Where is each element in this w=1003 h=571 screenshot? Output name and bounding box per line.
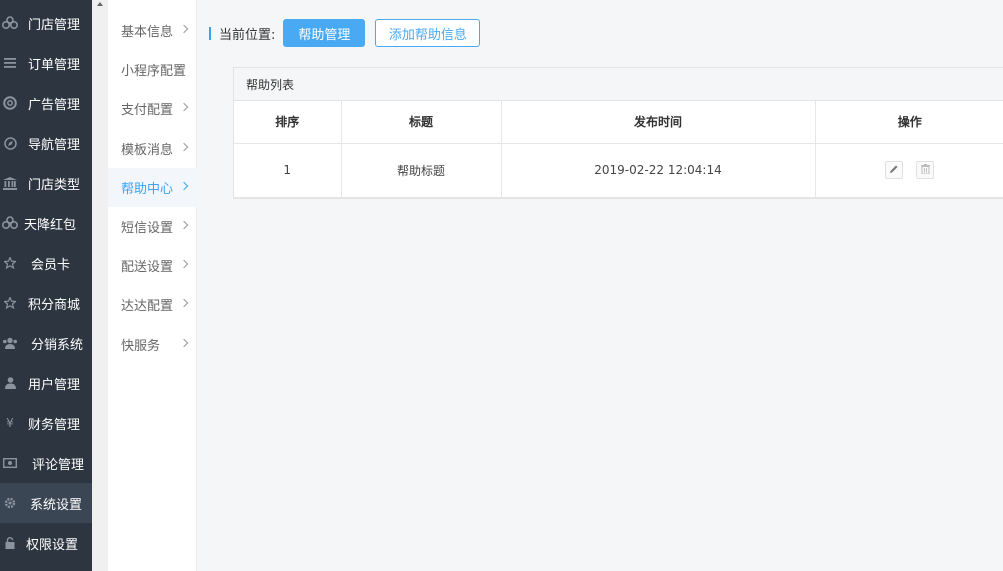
edit-button[interactable] xyxy=(885,161,904,179)
money-icon xyxy=(2,455,18,471)
sidebar-item-label: 门店管理 xyxy=(28,17,81,33)
lock-icon xyxy=(2,535,18,551)
breadcrumb-label: 当前位置: xyxy=(219,27,276,43)
cell-order: 1 xyxy=(234,143,342,198)
breadcrumb: 当前位置: 帮助管理 添加帮助信息 xyxy=(209,19,481,47)
main-sidebar: 门店管理 订单管理 广告管理 导航管理 门店类型 天降红包 会员卡 积分商城 分… xyxy=(0,0,92,571)
column-header-actions: 操作 xyxy=(815,101,1003,144)
main-content: 当前位置: 帮助管理 添加帮助信息 帮助列表 排序 标题 发布时间 操作 1 帮… xyxy=(197,0,1003,571)
submenu-item-label: 快服务 xyxy=(121,339,161,354)
sidebar-item-label: 用户管理 xyxy=(28,377,81,393)
bank-icon xyxy=(2,175,18,191)
column-header-publish-time: 发布时间 xyxy=(501,101,816,144)
chevron-right-icon xyxy=(179,220,189,230)
star-icon xyxy=(2,255,18,271)
lifebuoy-icon xyxy=(2,95,18,111)
sidebar-item-label: 权限设置 xyxy=(26,537,79,553)
trash-icon xyxy=(920,163,930,177)
scroll-up-icon[interactable] xyxy=(97,2,103,6)
submenu-item-basic-info[interactable]: 基本信息 xyxy=(108,11,197,50)
sidebar-item-ads[interactable]: 广告管理 xyxy=(0,83,92,123)
sidebar-item-system-settings[interactable]: 系统设置 xyxy=(0,483,92,523)
sidebar-item-navigation[interactable]: 导航管理 xyxy=(0,123,92,163)
chevron-right-icon xyxy=(179,24,189,34)
list-icon xyxy=(2,55,18,71)
star-icon xyxy=(2,295,18,311)
sidebar-item-label: 评论管理 xyxy=(32,457,85,473)
sidebar-item-label: 广告管理 xyxy=(28,97,81,113)
submenu-item-label: 支付配置 xyxy=(121,103,174,118)
users-icon xyxy=(2,335,18,351)
sidebar-item-finance[interactable]: ¥ 财务管理 xyxy=(0,403,92,443)
redpacket-icon xyxy=(2,215,18,231)
sidebar-item-permissions[interactable]: 权限设置 xyxy=(0,523,92,563)
sidebar-item-label: 天降红包 xyxy=(24,217,77,233)
submenu-item-label: 模板消息 xyxy=(121,143,174,158)
submenu-item-label: 基本信息 xyxy=(121,25,174,40)
yen-icon: ¥ xyxy=(6,416,14,430)
app-root: 门店管理 订单管理 广告管理 导航管理 门店类型 天降红包 会员卡 积分商城 分… xyxy=(0,0,1003,571)
table-header-row: 排序 标题 发布时间 操作 xyxy=(234,101,1003,144)
sidebar-item-label: 会员卡 xyxy=(31,257,71,273)
chevron-right-icon xyxy=(179,181,189,191)
sidebar-item-label: 系统设置 xyxy=(30,497,83,513)
submenu-item-delivery-settings[interactable]: 配送设置 xyxy=(108,246,197,285)
sidebar-scrollbar[interactable] xyxy=(92,0,108,571)
help-table: 排序 标题 发布时间 操作 1 帮助标题 2019-02-22 12:04:14 xyxy=(234,101,1003,198)
chevron-right-icon xyxy=(179,259,189,269)
compass-icon xyxy=(2,135,18,151)
submenu-item-label: 小程序配置 xyxy=(121,64,187,79)
sidebar-item-distribution[interactable]: 分销系统 xyxy=(0,323,92,363)
sidebar-item-label: 积分商城 xyxy=(28,297,81,313)
chevron-right-icon xyxy=(179,338,189,348)
table-row: 1 帮助标题 2019-02-22 12:04:14 xyxy=(234,143,1003,198)
sidebar-item-member-card[interactable]: 会员卡 xyxy=(0,243,92,283)
add-help-info-button[interactable]: 添加帮助信息 xyxy=(375,19,481,47)
submenu-item-miniprogram-config[interactable]: 小程序配置 xyxy=(108,50,197,89)
submenu-item-payment-config[interactable]: 支付配置 xyxy=(108,89,197,128)
submenu-item-template-message[interactable]: 模板消息 xyxy=(108,129,197,168)
chevron-right-icon xyxy=(179,102,189,112)
help-management-button[interactable]: 帮助管理 xyxy=(283,19,366,47)
pencil-icon xyxy=(889,163,899,177)
sidebar-item-label: 分销系统 xyxy=(31,337,84,353)
sidebar-item-red-packet[interactable]: 天降红包 xyxy=(0,203,92,243)
store-icon xyxy=(2,15,18,31)
column-header-title: 标题 xyxy=(341,101,502,144)
cell-publish-time: 2019-02-22 12:04:14 xyxy=(501,143,816,198)
cell-title: 帮助标题 xyxy=(341,143,502,198)
sidebar-item-users[interactable]: 用户管理 xyxy=(0,363,92,403)
submenu-item-label: 帮助中心 xyxy=(121,182,174,197)
sidebar-item-store-types[interactable]: 门店类型 xyxy=(0,163,92,203)
submenu-item-label: 配送设置 xyxy=(121,260,174,275)
submenu-item-quick-service[interactable]: 快服务 xyxy=(108,325,197,364)
chevron-right-icon xyxy=(179,298,189,308)
sidebar-item-orders[interactable]: 订单管理 xyxy=(0,43,92,83)
help-list-panel: 帮助列表 排序 标题 发布时间 操作 1 帮助标题 2019-02-22 12:… xyxy=(233,67,1003,199)
settings-submenu: 基本信息 小程序配置 支付配置 模板消息 帮助中心 短信设置 配送设置 达达配置 xyxy=(108,0,197,571)
sidebar-item-label: 财务管理 xyxy=(28,417,81,433)
column-header-order: 排序 xyxy=(234,101,342,144)
gear-icon xyxy=(2,495,18,511)
submenu-item-label: 短信设置 xyxy=(121,221,174,236)
sidebar-item-label: 导航管理 xyxy=(28,137,81,153)
submenu-item-help-center[interactable]: 帮助中心 xyxy=(108,168,197,207)
submenu-item-dada-config[interactable]: 达达配置 xyxy=(108,285,197,324)
sidebar-item-stores[interactable]: 门店管理 xyxy=(0,3,92,43)
chevron-right-icon xyxy=(179,142,189,152)
submenu-item-label: 达达配置 xyxy=(121,299,174,314)
delete-button[interactable] xyxy=(916,161,935,179)
sidebar-item-points-mall[interactable]: 积分商城 xyxy=(0,283,92,323)
sidebar-item-reviews[interactable]: 评论管理 xyxy=(0,443,92,483)
row-actions xyxy=(816,161,1003,179)
breadcrumb-accent-bar xyxy=(209,26,211,40)
submenu-item-sms-settings[interactable]: 短信设置 xyxy=(108,207,197,246)
user-icon xyxy=(2,375,18,391)
panel-title: 帮助列表 xyxy=(234,68,1003,101)
cell-actions xyxy=(815,143,1003,198)
sidebar-item-label: 门店类型 xyxy=(28,177,81,193)
sidebar-item-label: 订单管理 xyxy=(28,57,81,73)
